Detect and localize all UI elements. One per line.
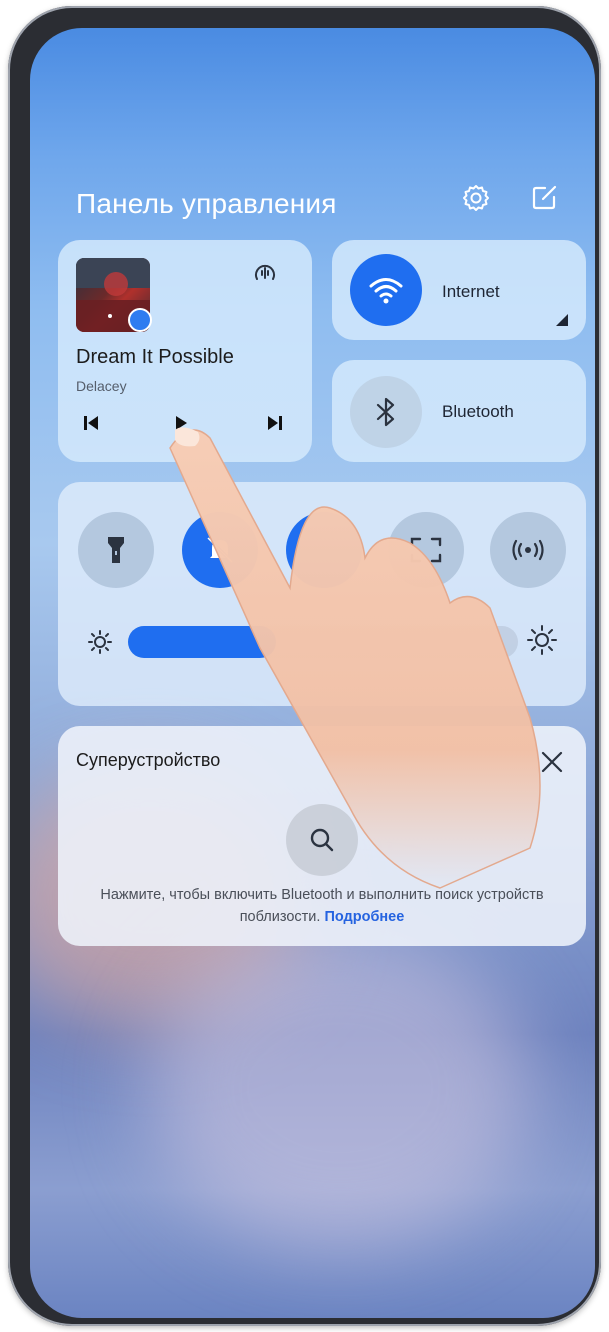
- superdevice-title: Суперустройство: [76, 750, 221, 770]
- quick-toggles-card: [58, 482, 586, 706]
- bluetooth-label: Bluetooth: [442, 402, 514, 421]
- background-glow: [150, 928, 530, 1248]
- hotspot-icon[interactable]: [490, 512, 566, 588]
- screenshot-icon[interactable]: [388, 512, 464, 588]
- flashlight-icon[interactable]: [78, 512, 154, 588]
- bluetooth-icon[interactable]: [350, 376, 422, 448]
- bell-off-icon[interactable]: [182, 512, 258, 588]
- learn-more-link[interactable]: Подробнее: [324, 909, 404, 925]
- edit-icon[interactable]: [526, 180, 562, 216]
- skip-previous-icon[interactable]: [80, 412, 102, 434]
- page-title: Панель управления: [76, 188, 337, 219]
- toggle-icon[interactable]: [286, 512, 362, 588]
- brightness-slider-fill: [128, 626, 277, 658]
- superdevice-message-text: Нажмите, чтобы включить Bluetooth и выпо…: [100, 887, 544, 925]
- gear-icon[interactable]: [458, 180, 494, 216]
- internet-tile[interactable]: Internet: [332, 240, 586, 340]
- close-icon[interactable]: [534, 744, 570, 780]
- control-panel-screen: Панель управления Dream It Possible Dela…: [30, 28, 595, 1318]
- expand-corner-icon[interactable]: [556, 314, 568, 326]
- play-pause-icon[interactable]: [170, 412, 192, 434]
- internet-label: Internet: [442, 282, 500, 301]
- wifi-icon[interactable]: [350, 254, 422, 326]
- music-app-badge-icon: [128, 308, 152, 332]
- media-player-card[interactable]: Dream It Possible Delacey: [58, 240, 312, 462]
- superdevice-card: Суперустройство Нажмите, чтобы включить …: [58, 726, 586, 946]
- artist-name: Delacey: [76, 378, 127, 394]
- brightness-low-icon: [82, 624, 118, 660]
- song-title: Dream It Possible: [76, 346, 234, 368]
- skip-next-icon[interactable]: [264, 412, 286, 434]
- superdevice-message: Нажмите, чтобы включить Bluetooth и выпо…: [88, 884, 556, 928]
- phone-frame: Панель управления Dream It Possible Dela…: [8, 6, 601, 1326]
- search-icon[interactable]: [286, 804, 358, 876]
- audio-cast-icon[interactable]: [250, 258, 280, 288]
- brightness-high-icon: [524, 622, 560, 658]
- brightness-slider[interactable]: [128, 626, 518, 658]
- bluetooth-tile[interactable]: Bluetooth: [332, 360, 586, 462]
